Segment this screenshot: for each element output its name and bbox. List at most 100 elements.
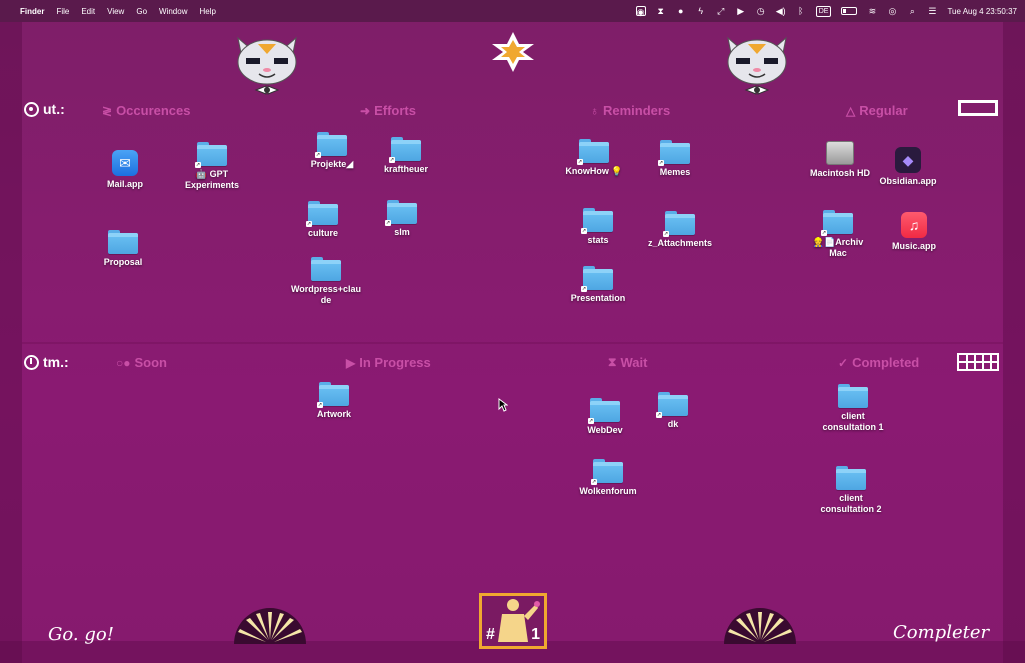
desktop-icon-label: culture bbox=[307, 228, 338, 238]
category-efforts: ➜ Efforts bbox=[360, 103, 416, 118]
screen-record-icon[interactable]: ◉ bbox=[635, 6, 646, 17]
folder-icon: ↗ bbox=[581, 208, 613, 234]
desktop-icon-label: kraftheuer bbox=[383, 164, 428, 174]
hard-drive-icon bbox=[826, 141, 854, 165]
sunrise-right-icon bbox=[724, 608, 796, 644]
desktop-icon-memes[interactable]: ↗ Memes bbox=[630, 140, 720, 178]
row-label-bottom-text: tm.: bbox=[43, 354, 69, 370]
category-wait: ⧗ Wait bbox=[608, 355, 647, 370]
bluetooth-icon[interactable]: ᛒ bbox=[796, 6, 806, 16]
category-completed-label: Completed bbox=[852, 355, 920, 370]
row-label-top-text: ut.: bbox=[43, 101, 65, 117]
desktop-icon-dk[interactable]: ↗ dk bbox=[628, 392, 718, 430]
category-completed: ✓ Completed bbox=[838, 355, 919, 370]
menu-window[interactable]: Window bbox=[159, 7, 187, 16]
keyboard-layout-badge[interactable]: DE bbox=[815, 5, 832, 17]
desktop-icon-label: client consultation 2 bbox=[820, 493, 882, 514]
menubar-clock[interactable]: Tue Aug 4 23:50:37 bbox=[947, 7, 1017, 16]
category-soon-label: Soon bbox=[134, 355, 168, 370]
menu-edit[interactable]: Edit bbox=[81, 7, 95, 16]
obsidian-icon: ◆ bbox=[895, 147, 921, 173]
search-icon[interactable]: ⌕ bbox=[907, 6, 917, 16]
desktop-icon-wordpress-claude[interactable]: Wordpress+claude bbox=[281, 257, 371, 306]
desktop-icon-label: Memes bbox=[659, 167, 691, 177]
desktop-icon-gpt-experiments[interactable]: ↗ 🤖 GPT Experiments bbox=[167, 142, 257, 191]
menu-view[interactable]: View bbox=[107, 7, 124, 16]
desktop-icon-client-consultation-1[interactable]: client consultation 1 bbox=[808, 384, 898, 433]
desktop-icon-music-app[interactable]: ♫ Music.app bbox=[869, 212, 959, 252]
time-machine-icon[interactable]: ◷ bbox=[756, 6, 766, 16]
badge-hash: # bbox=[486, 626, 495, 643]
folder-icon: ↗ bbox=[658, 140, 690, 166]
folder-icon bbox=[836, 466, 866, 490]
hourglass-icon[interactable]: ⧗ bbox=[656, 6, 666, 16]
folder-icon: ↗ bbox=[591, 459, 623, 485]
folder-icon: ↗ bbox=[581, 266, 613, 292]
folder-icon: ↗ bbox=[306, 201, 338, 227]
desktop-icon-culture[interactable]: ↗ culture bbox=[278, 201, 368, 239]
mail-icon: ✉ bbox=[112, 150, 138, 176]
user-icon[interactable]: ● bbox=[676, 6, 686, 16]
play-triangle-icon: ▶ bbox=[346, 355, 356, 370]
menu-bar: Finder File Edit View Go Window Help ◉ ⧗… bbox=[0, 0, 1025, 22]
desktop-icon-label: Wolkenforum bbox=[579, 486, 637, 496]
category-reminders-label: Reminders bbox=[603, 103, 671, 118]
menu-go[interactable]: Go bbox=[136, 7, 147, 16]
footer-script-right: Completer bbox=[893, 622, 990, 643]
menu-file[interactable]: File bbox=[56, 7, 69, 16]
category-efforts-label: Efforts bbox=[374, 103, 416, 118]
triangle-icon: △ bbox=[846, 103, 856, 118]
desktop-icon-client-consultation-2[interactable]: client consultation 2 bbox=[806, 466, 896, 515]
folder-icon: ↗ bbox=[577, 139, 609, 165]
menu-help[interactable]: Help bbox=[199, 7, 215, 16]
account-icon[interactable]: ◎ bbox=[887, 6, 897, 16]
desktop-icon-knowhow[interactable]: ↗ KnowHow 💡 bbox=[549, 139, 639, 177]
folder-icon: ↗ bbox=[588, 398, 620, 424]
category-reminders: ♁ Reminders bbox=[590, 103, 670, 118]
desktop-icon-mail-app[interactable]: ✉ Mail.app bbox=[80, 150, 170, 190]
mouse-cursor-icon bbox=[498, 398, 508, 412]
category-occurences: ≷ Occurences bbox=[102, 103, 191, 118]
folder-icon: ↗ bbox=[385, 200, 417, 226]
cat-mascot-left-icon bbox=[237, 36, 297, 95]
desktop-icon-slm[interactable]: ↗ slm bbox=[357, 200, 447, 238]
desktop-icon-label: slm bbox=[394, 227, 410, 237]
number-one-badge: # 1 bbox=[479, 593, 547, 649]
control-center-icon[interactable]: ☰ bbox=[927, 6, 937, 16]
desktop-icon-label: Macintosh HD bbox=[809, 168, 870, 178]
category-regular-label: Regular bbox=[859, 103, 908, 118]
target-icon bbox=[24, 101, 39, 117]
desktop-icon-label: z_Attachments bbox=[647, 238, 712, 248]
wifi-icon[interactable]: ≋ bbox=[867, 6, 877, 16]
desktop-icon-label: client consultation 1 bbox=[822, 411, 884, 432]
folder-icon bbox=[838, 384, 868, 408]
folder-icon: ↗ bbox=[195, 142, 227, 168]
battery-icon[interactable] bbox=[841, 7, 858, 15]
desktop-icon-obsidian-app[interactable]: ◆ Obsidian.app bbox=[863, 147, 953, 187]
desktop-icon-label: Proposal bbox=[103, 257, 143, 267]
desktop-icon-proposal[interactable]: Proposal bbox=[78, 230, 168, 268]
menu-app-name[interactable]: Finder bbox=[20, 7, 44, 16]
sunrise-left-icon bbox=[234, 608, 306, 644]
desktop-icon-label: Music.app bbox=[891, 241, 936, 251]
desktop-icon-artwork[interactable]: ↗ Artwork bbox=[289, 382, 379, 420]
occurences-icon: ≷ bbox=[102, 103, 113, 118]
desktop-icon-presentation[interactable]: ↗ Presentation bbox=[553, 266, 643, 304]
desktop-icon-stats[interactable]: ↗ stats bbox=[553, 208, 643, 246]
desktop-icon-label: Obsidian.app bbox=[879, 176, 937, 186]
category-soon: ○● Soon bbox=[116, 355, 167, 370]
folder-icon bbox=[108, 230, 138, 254]
desktop-icon-label: Mail.app bbox=[106, 179, 143, 189]
clock-icon bbox=[24, 354, 39, 370]
desktop-icon-label: WebDev bbox=[587, 425, 623, 435]
resize-icon[interactable]: ⤢ bbox=[716, 6, 726, 16]
desktop-icon-kraftheuer[interactable]: ↗ kraftheuer bbox=[361, 137, 451, 175]
volume-icon[interactable]: ◀) bbox=[776, 6, 786, 16]
desktop-icon-wolkenforum[interactable]: ↗ Wolkenforum bbox=[563, 459, 653, 497]
desktop-icon-z-attachments[interactable]: ↗ z_Attachments bbox=[635, 211, 725, 249]
arrow-right-icon: ➜ bbox=[360, 103, 371, 118]
play-icon[interactable]: ▶ bbox=[736, 6, 746, 16]
shelf-icon bbox=[958, 100, 998, 116]
bolt-icon[interactable]: ϟ bbox=[696, 6, 706, 16]
folder-icon: ↗ bbox=[389, 137, 421, 163]
